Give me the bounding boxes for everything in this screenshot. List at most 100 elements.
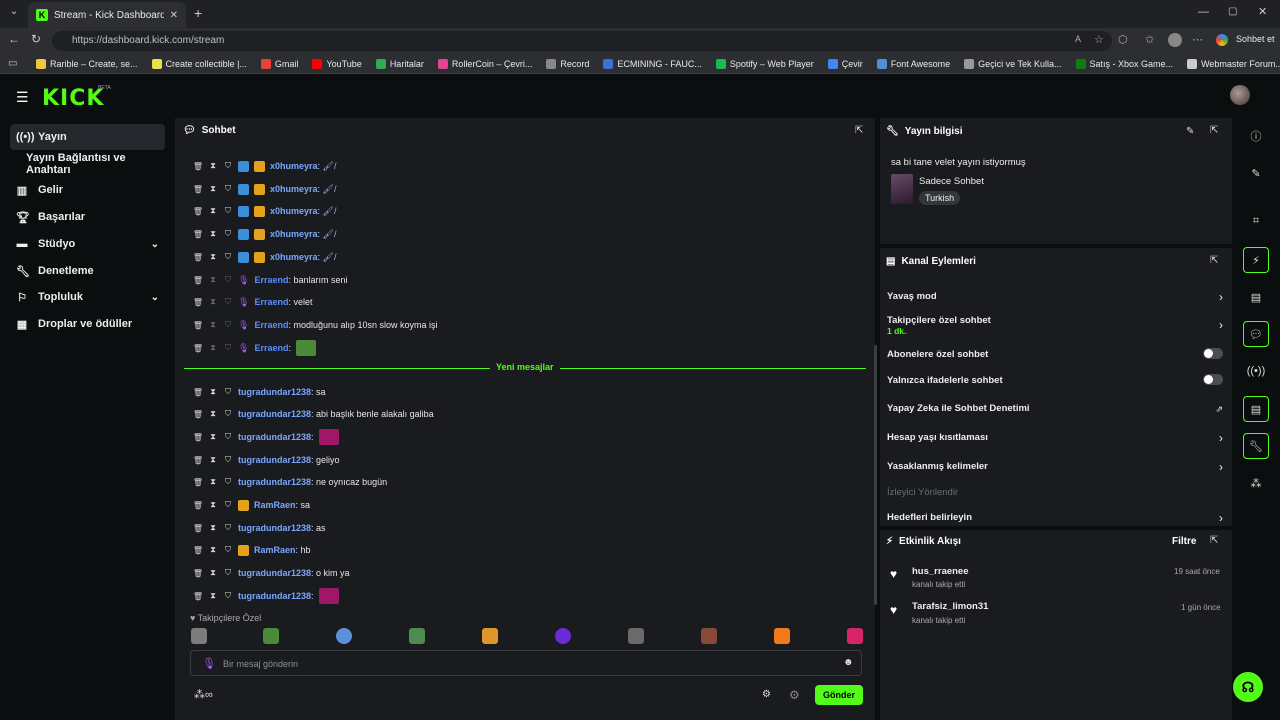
timeout-icon[interactable]: ⧗ bbox=[208, 387, 218, 397]
user-avatar[interactable] bbox=[1230, 85, 1250, 105]
timeout-icon[interactable]: ⧗ bbox=[208, 320, 218, 330]
read-aloud-icon[interactable]: A bbox=[1075, 34, 1081, 44]
delete-message-icon[interactable]: 🗑︎ bbox=[193, 568, 203, 578]
kick-logo[interactable]: KICK bbox=[42, 86, 104, 111]
chat-username[interactable]: tugradundar1238 bbox=[238, 568, 311, 578]
timeout-icon[interactable]: ⧗ bbox=[208, 229, 218, 239]
ban-icon[interactable]: ⛉ bbox=[223, 523, 233, 533]
chat-message[interactable]: 🗑︎ ⧗ ⛉ x0humeyra: 🖌/ bbox=[193, 158, 336, 174]
bookmark-item[interactable]: RollerCoin – Çevri... bbox=[437, 58, 532, 69]
chat-message[interactable]: 🗑︎ ⧗ ⛉ tugradundar1238: o kim ya bbox=[193, 565, 350, 581]
chat-message[interactable]: 🗑︎ ⧗ ⛉ 🎙︎ Erraend: bbox=[193, 340, 316, 356]
ban-icon[interactable]: ⛉ bbox=[223, 545, 233, 555]
sidebar-item-gelir[interactable]: ▥ Gelir bbox=[10, 177, 165, 203]
timeout-icon[interactable]: ⧗ bbox=[208, 161, 218, 171]
sidebar-item-topluluk[interactable]: ⚐ Topluluk ⌄ bbox=[10, 284, 165, 310]
chat-message[interactable]: 🗑︎ ⧗ ⛉ 🎙︎ Erraend: banlarım seni bbox=[193, 272, 348, 288]
chat-username[interactable]: Erraend bbox=[254, 343, 288, 353]
chat-message[interactable]: 🗑︎ ⧗ ⛉ x0humeyra: 🖌/ bbox=[193, 226, 336, 242]
chat-message[interactable]: 🗑︎ ⧗ ⛉ RamRaen: hb bbox=[193, 542, 311, 558]
bookmark-item[interactable]: Webmaster Forum... bbox=[1187, 58, 1280, 69]
chat-username[interactable]: Erraend bbox=[254, 320, 288, 330]
delete-message-icon[interactable]: 🗑︎ bbox=[193, 343, 203, 353]
chat-username[interactable]: Erraend bbox=[254, 275, 288, 285]
ban-icon[interactable]: ⛉ bbox=[223, 500, 233, 510]
chat-settings-icon[interactable]: ⚙ bbox=[789, 688, 800, 702]
delete-message-icon[interactable]: 🗑︎ bbox=[193, 275, 203, 285]
points-icon[interactable]: ⁂ bbox=[1243, 470, 1269, 496]
bookmark-item[interactable]: Geçici ve Tek Kulla... bbox=[964, 58, 1062, 69]
copilot-chat-button[interactable]: Sohbet et bbox=[1236, 34, 1275, 44]
chat-message[interactable]: 🗑︎ ⧗ ⛉ x0humeyra: 🖌/ bbox=[193, 181, 336, 197]
chat-message[interactable]: 🗑︎ ⧗ ⛉ RamRaen: sa bbox=[193, 497, 310, 513]
chat-username[interactable]: tugradundar1238 bbox=[238, 409, 311, 419]
bookmark-item[interactable]: Haritalar bbox=[375, 58, 424, 69]
chat-message[interactable]: 🗑︎ ⧗ ⛉ tugradundar1238: ne oynıcaz bugün bbox=[193, 474, 387, 490]
bookmark-item[interactable]: Çevir bbox=[827, 58, 863, 69]
points-icon[interactable]: ⁂∞ bbox=[194, 688, 213, 701]
chat-message[interactable]: 🗑︎ ⧗ ⛉ 🎙︎ Erraend: modluğunu alıp 10sn slow … bbox=[193, 317, 438, 333]
emote-only-toggle[interactable] bbox=[1203, 374, 1223, 385]
chat-message[interactable]: 🗑︎ ⧗ ⛉ tugradundar1238: sa bbox=[193, 384, 326, 400]
focus-icon[interactable]: ⌗ bbox=[1243, 208, 1269, 234]
close-window-icon[interactable]: ✕ bbox=[1258, 5, 1267, 18]
sidebar-item-basarilar[interactable]: 🏆︎ Başarılar bbox=[10, 204, 165, 230]
chat-message[interactable]: 🗑︎ ⧗ ⛉ tugradundar1238: bbox=[193, 429, 339, 445]
url-field[interactable]: https://dashboard.kick.com/stream bbox=[52, 31, 1112, 51]
hamburger-menu-icon[interactable]: ☰ bbox=[16, 89, 29, 106]
timeout-icon[interactable]: ⧗ bbox=[208, 523, 218, 533]
delete-message-icon[interactable]: 🗑︎ bbox=[193, 409, 203, 419]
sidebar-toggle-icon[interactable]: ▭ bbox=[8, 58, 17, 69]
timeout-icon[interactable]: ⧗ bbox=[208, 591, 218, 601]
action-set-goals[interactable]: Hedefleri belirleyin › bbox=[887, 511, 1227, 525]
bookmark-item[interactable]: Gmail bbox=[260, 58, 298, 69]
chat-message[interactable]: 🗑︎ ⧗ ⛉ tugradundar1238: geliyo bbox=[193, 452, 340, 468]
delete-message-icon[interactable]: 🗑︎ bbox=[193, 477, 203, 487]
wrench-icon[interactable]: 🔧︎ bbox=[1243, 433, 1269, 459]
chat-username[interactable]: tugradundar1238 bbox=[238, 432, 311, 442]
action-account-age[interactable]: Hesap yaşı kısıtlaması › bbox=[887, 431, 1227, 445]
action-emote-only[interactable]: Yalnızca ifadelerle sohbet bbox=[887, 374, 1227, 386]
ban-icon[interactable]: ⛉ bbox=[223, 343, 233, 353]
delete-message-icon[interactable]: 🗑︎ bbox=[193, 455, 203, 465]
timeout-icon[interactable]: ⧗ bbox=[208, 343, 218, 353]
chat-username[interactable]: tugradundar1238 bbox=[238, 455, 311, 465]
reload-icon[interactable]: ↻ bbox=[31, 32, 41, 46]
timeout-icon[interactable]: ⧗ bbox=[208, 432, 218, 442]
action-subscribers-only[interactable]: Abonelere özel sohbet bbox=[887, 348, 1227, 360]
delete-message-icon[interactable]: 🗑︎ bbox=[193, 432, 203, 442]
chat-username[interactable]: RamRaen bbox=[254, 545, 296, 555]
action-followers-only[interactable]: Takipçilere özel sohbet 1 dk. › bbox=[887, 315, 1227, 336]
emote[interactable] bbox=[628, 628, 644, 644]
delete-message-icon[interactable]: 🗑︎ bbox=[193, 387, 203, 397]
chat-scrollbar[interactable] bbox=[874, 345, 877, 605]
channel-actions-icon[interactable]: ▤ bbox=[1243, 396, 1269, 422]
minimize-icon[interactable]: — bbox=[1198, 6, 1209, 18]
microphone-icon[interactable]: 🎙︎ bbox=[202, 657, 216, 670]
extensions-icon[interactable]: ⬡ bbox=[1118, 33, 1128, 46]
sidebar-item-stream-key[interactable]: Yayın Bağlantısı ve Anahtarı bbox=[10, 151, 165, 177]
favorites-icon[interactable]: ✩ bbox=[1145, 33, 1154, 46]
lightning-icon[interactable]: ⚡︎ bbox=[1243, 247, 1269, 273]
timeout-icon[interactable]: ⧗ bbox=[208, 206, 218, 216]
ban-icon[interactable]: ⛉ bbox=[223, 275, 233, 285]
popout-chat-icon[interactable]: ⇱ bbox=[855, 125, 863, 136]
settings-gear-icon[interactable]: ⚙ bbox=[762, 689, 771, 700]
edit-pencil-icon[interactable]: ✎ bbox=[1243, 160, 1269, 186]
chat-username[interactable]: x0humeyra bbox=[270, 252, 318, 262]
chat-username[interactable]: x0humeyra bbox=[270, 229, 318, 239]
delete-message-icon[interactable]: 🗑︎ bbox=[193, 161, 203, 171]
bookmark-star-icon[interactable]: ☆ bbox=[1094, 33, 1104, 46]
emote[interactable] bbox=[191, 628, 207, 644]
chat-message[interactable]: 🗑︎ ⧗ ⛉ x0humeyra: 🖌/ bbox=[193, 249, 336, 265]
event-user[interactable]: hus_rraenee bbox=[912, 566, 969, 577]
bookmark-item[interactable]: ECMINING - FAUC... bbox=[603, 58, 702, 69]
delete-message-icon[interactable]: 🗑︎ bbox=[193, 252, 203, 262]
chat-message[interactable]: 🗑︎ ⧗ ⛉ tugradundar1238: as bbox=[193, 520, 326, 536]
popout-icon[interactable]: ⇱ bbox=[1210, 535, 1218, 546]
ban-icon[interactable]: ⛉ bbox=[223, 297, 233, 307]
emote[interactable] bbox=[482, 628, 498, 644]
ban-icon[interactable]: ⛉ bbox=[223, 206, 233, 216]
popout-icon[interactable]: ⇱ bbox=[1210, 125, 1218, 136]
delete-message-icon[interactable]: 🗑︎ bbox=[193, 591, 203, 601]
